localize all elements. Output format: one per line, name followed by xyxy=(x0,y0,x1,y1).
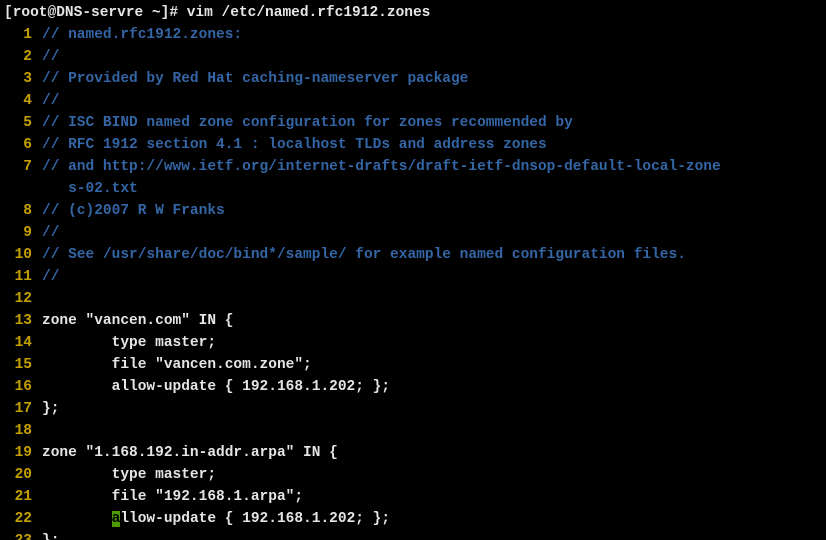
gutter-gap xyxy=(32,46,42,68)
editor-line: 5 // ISC BIND named zone configuration f… xyxy=(4,112,822,134)
line-number: 19 xyxy=(4,442,32,464)
editor-line: 20 type master; xyxy=(4,464,822,486)
editor-line: 9 // xyxy=(4,222,822,244)
editor-line: 15 file "vancen.com.zone"; xyxy=(4,354,822,376)
line-number: 4 xyxy=(4,90,32,112)
gutter-gap xyxy=(32,376,42,398)
editor-line: 22 allow-update { 192.168.1.202; }; xyxy=(4,508,822,530)
gutter-gap xyxy=(32,464,42,486)
line-number: 12 xyxy=(4,288,32,310)
code-text: file "192.168.1.arpa"; xyxy=(42,486,303,508)
prompt-command: vim /etc/named.rfc1912.zones xyxy=(187,5,431,21)
gutter-gap xyxy=(32,112,42,134)
line-number: 22 xyxy=(4,508,32,530)
gutter-gap xyxy=(32,486,42,508)
editor-line: 14 type master; xyxy=(4,332,822,354)
shell-prompt-line: [root@DNS-servre ~]# vim /etc/named.rfc1… xyxy=(4,2,822,24)
line-number: 14 xyxy=(4,332,32,354)
line-number: 15 xyxy=(4,354,32,376)
gutter-gap xyxy=(32,442,42,464)
code-text: }; xyxy=(42,530,59,540)
prompt-user-host: [root@DNS-servre ~]# xyxy=(4,5,187,21)
line-number: 23 xyxy=(4,530,32,540)
editor-line: 13 zone "vancen.com" IN { xyxy=(4,310,822,332)
line-number: 10 xyxy=(4,244,32,266)
comment-text: // See /usr/share/doc/bind*/sample/ for … xyxy=(42,244,686,266)
vim-editor-area[interactable]: 1 // named.rfc1912.zones:2 //3 // Provid… xyxy=(4,24,822,540)
gutter-gap xyxy=(32,310,42,332)
editor-line: 10 // See /usr/share/doc/bind*/sample/ f… xyxy=(4,244,822,266)
terminal-window[interactable]: [root@DNS-servre ~]# vim /etc/named.rfc1… xyxy=(0,0,826,540)
comment-text: // xyxy=(42,222,59,244)
gutter-gap xyxy=(32,244,42,266)
line-number: 2 xyxy=(4,46,32,68)
gutter-gap xyxy=(32,134,42,156)
gutter-gap xyxy=(32,530,42,540)
code-text: }; xyxy=(42,398,59,420)
code-text: s-02.txt xyxy=(42,178,138,200)
gutter-gap xyxy=(32,222,42,244)
editor-line: 17 }; xyxy=(4,398,822,420)
comment-text: // and http://www.ietf.org/internet-draf… xyxy=(42,156,721,178)
line-number: 20 xyxy=(4,464,32,486)
editor-line: 8 // (c)2007 R W Franks xyxy=(4,200,822,222)
code-text: zone "vancen.com" IN { xyxy=(42,310,233,332)
line-number: 18 xyxy=(4,420,32,442)
gutter-gap xyxy=(32,420,42,442)
editor-line: 7 // and http://www.ietf.org/internet-dr… xyxy=(4,156,822,178)
gutter-gap xyxy=(32,332,42,354)
line-number: 17 xyxy=(4,398,32,420)
line-number: 5 xyxy=(4,112,32,134)
line-number: 3 xyxy=(4,68,32,90)
editor-line: 6 // RFC 1912 section 4.1 : localhost TL… xyxy=(4,134,822,156)
line-number xyxy=(4,178,32,200)
comment-text: // xyxy=(42,90,59,112)
gutter-gap xyxy=(32,68,42,90)
comment-text: // RFC 1912 section 4.1 : localhost TLDs… xyxy=(42,134,547,156)
code-text: zone "1.168.192.in-addr.arpa" IN { xyxy=(42,442,338,464)
editor-line: 19 zone "1.168.192.in-addr.arpa" IN { xyxy=(4,442,822,464)
gutter-gap xyxy=(32,156,42,178)
editor-line-continuation: s-02.txt xyxy=(4,178,822,200)
gutter-gap xyxy=(32,508,42,530)
comment-text: // (c)2007 R W Franks xyxy=(42,200,225,222)
comment-text: // xyxy=(42,266,59,288)
code-text: type master; xyxy=(42,332,216,354)
comment-text: // ISC BIND named zone configuration for… xyxy=(42,112,573,134)
line-number: 6 xyxy=(4,134,32,156)
gutter-gap xyxy=(32,266,42,288)
gutter-gap xyxy=(32,90,42,112)
editor-line: 1 // named.rfc1912.zones: xyxy=(4,24,822,46)
gutter-gap xyxy=(32,24,42,46)
gutter-gap xyxy=(32,178,42,200)
line-number: 8 xyxy=(4,200,32,222)
line-number: 7 xyxy=(4,156,32,178)
comment-text: // xyxy=(42,46,59,68)
comment-text: // Provided by Red Hat caching-nameserve… xyxy=(42,68,468,90)
line-number: 1 xyxy=(4,24,32,46)
editor-line: 3 // Provided by Red Hat caching-nameser… xyxy=(4,68,822,90)
gutter-gap xyxy=(32,288,42,310)
editor-line: 11 // xyxy=(4,266,822,288)
editor-line: 18 xyxy=(4,420,822,442)
gutter-gap xyxy=(32,354,42,376)
line-number: 21 xyxy=(4,486,32,508)
line-number: 16 xyxy=(4,376,32,398)
editor-line: 2 // xyxy=(4,46,822,68)
gutter-gap xyxy=(32,398,42,420)
code-text: allow-update { 192.168.1.202; }; xyxy=(42,376,390,398)
gutter-gap xyxy=(32,200,42,222)
editor-line: 4 // xyxy=(4,90,822,112)
line-number: 13 xyxy=(4,310,32,332)
code-text: file "vancen.com.zone"; xyxy=(42,354,312,376)
line-number: 11 xyxy=(4,266,32,288)
editor-line: 12 xyxy=(4,288,822,310)
editor-line: 23 }; xyxy=(4,530,822,540)
code-text: allow-update { 192.168.1.202; }; xyxy=(42,508,390,530)
code-text: type master; xyxy=(42,464,216,486)
editor-line: 21 file "192.168.1.arpa"; xyxy=(4,486,822,508)
editor-line: 16 allow-update { 192.168.1.202; }; xyxy=(4,376,822,398)
line-number: 9 xyxy=(4,222,32,244)
comment-text: // named.rfc1912.zones: xyxy=(42,24,242,46)
